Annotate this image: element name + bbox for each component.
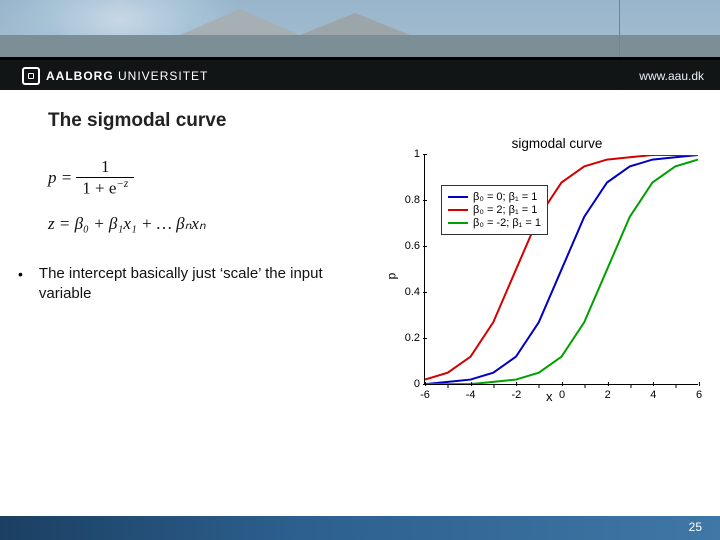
plot-area: β₀ = 0; β₁ = 1 β₀ = 2; β₁ = 1 β₀ = -2; β… <box>424 155 698 385</box>
legend-label: β₀ = 2; β₁ = 1 <box>473 204 537 216</box>
logo-mark-icon <box>22 67 40 85</box>
formula-p: p = 1 1 + e−z <box>48 158 378 198</box>
university-logo: AALBORG UNIVERSITET <box>22 67 208 85</box>
y-tick: 0.2 <box>405 332 420 344</box>
x-tick: 6 <box>696 389 702 401</box>
logo-text-rest: UNIVERSITET <box>118 69 208 83</box>
legend-row: β₀ = -2; β₁ = 1 <box>448 217 541 229</box>
x-tick: 4 <box>650 389 656 401</box>
legend-label: β₀ = 0; β₁ = 1 <box>473 191 537 203</box>
x-axis-label: x <box>546 389 566 404</box>
page-number: 25 <box>689 520 702 534</box>
legend-row: β₀ = 0; β₁ = 1 <box>448 191 541 203</box>
formula-block: p = 1 1 + e−z z = β₀ + β₁x₁ + … βₙxₙ <box>48 158 378 234</box>
bullet-text: The intercept basically just ‘scale’ the… <box>39 264 378 303</box>
logo-text-bold: AALBORG <box>46 69 114 83</box>
slide-footer: 25 <box>0 516 720 540</box>
sigmoid-chart: sigmodal curve p β₀ = 0; β₁ = 1 β₀ = 2; … <box>386 136 720 416</box>
legend-row: β₀ = 2; β₁ = 1 <box>448 204 541 216</box>
y-tick: 1 <box>414 148 420 160</box>
slide-title: The sigmodal curve <box>48 110 720 132</box>
header-bar: AALBORG UNIVERSITET www.aau.dk <box>0 60 720 90</box>
y-tick: 0.8 <box>405 194 420 206</box>
formula-z: z = β₀ + β₁x₁ + … βₙxₙ <box>48 214 378 234</box>
legend-label: β₀ = -2; β₁ = 1 <box>473 217 541 229</box>
slide-body: The sigmodal curve p = 1 1 + e−z z = β₀ … <box>0 90 720 516</box>
bullet-dot-icon: • <box>18 264 23 284</box>
x-tick: -6 <box>420 389 430 401</box>
legend-swatch <box>448 196 468 198</box>
legend-swatch <box>448 209 468 211</box>
chart-legend: β₀ = 0; β₁ = 1 β₀ = 2; β₁ = 1 β₀ = -2; β… <box>441 185 548 235</box>
x-tick: -4 <box>466 389 476 401</box>
bullet-item: • The intercept basically just ‘scale’ t… <box>18 264 378 303</box>
x-tick: -2 <box>511 389 521 401</box>
chart-title: sigmodal curve <box>394 136 720 151</box>
slide-header: AALBORG UNIVERSITET www.aau.dk <box>0 0 720 90</box>
left-column: p = 1 1 + e−z z = β₀ + β₁x₁ + … βₙxₙ • T… <box>48 158 378 303</box>
y-tick: 0.6 <box>405 240 420 252</box>
y-axis-label: p <box>384 273 398 280</box>
y-tick: 0.4 <box>405 286 420 298</box>
y-tick: 0 <box>414 378 420 390</box>
x-tick: 2 <box>605 389 611 401</box>
legend-swatch <box>448 222 468 224</box>
site-url: www.aau.dk <box>639 69 704 83</box>
